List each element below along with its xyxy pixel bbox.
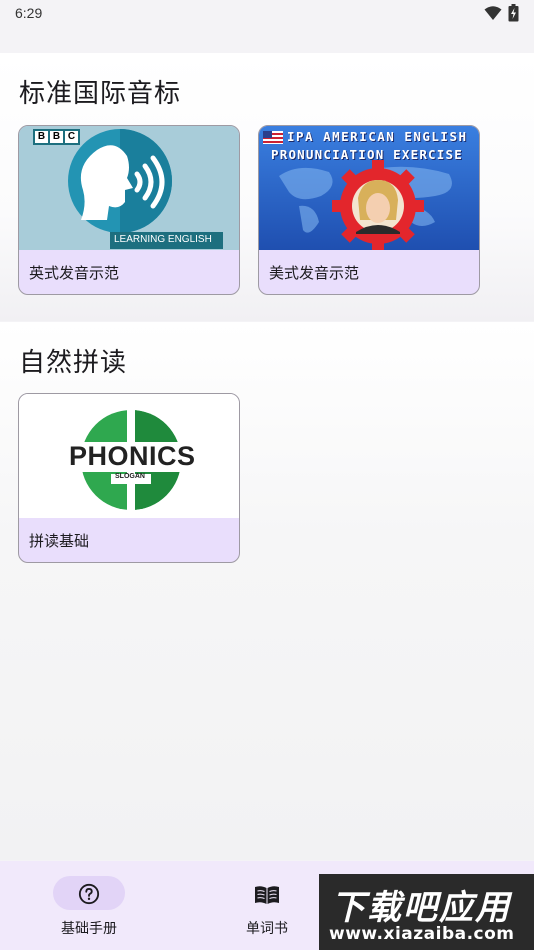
bbc-badge: B B C <box>33 129 80 145</box>
card-label: 美式发音示范 <box>269 264 360 282</box>
watermark-logo: 下载吧应用 www.xiazaiba.com <box>319 874 534 950</box>
nav-item-basic-handbook[interactable]: 基础手册 <box>39 861 139 950</box>
card-american-pronunciation[interactable]: IPA AMERICAN ENGLISH PRONUNCIATION EXERC… <box>258 125 480 295</box>
section-natural-phonics: 自然拼读 PHONICS SLOGAN 拼读基础 <box>0 322 534 860</box>
card-label: 拼读基础 <box>29 532 90 550</box>
phonics-thumbnail: PHONICS SLOGAN <box>19 394 239 518</box>
world-map-icon <box>259 126 479 250</box>
card-phonics-basics[interactable]: PHONICS SLOGAN 拼读基础 <box>18 393 240 563</box>
section-title: 标准国际音标 <box>19 79 182 109</box>
nav-item-word-book[interactable]: 单词书 <box>217 861 317 950</box>
bbc-thumbnail: B B C LEARNING ENGLISH <box>19 126 239 250</box>
help-circle-icon <box>78 883 100 905</box>
watermark-url-text: www.xiazaiba.com <box>329 924 515 944</box>
section-title: 自然拼读 <box>19 348 128 378</box>
status-bar: 6:29 <box>0 0 534 28</box>
ipa-title-line1: IPA AMERICAN ENGLISH <box>287 129 468 144</box>
battery-charging-icon <box>508 4 519 22</box>
card-british-pronunciation[interactable]: B B C LEARNING ENGLISH 英式发音示范 <box>18 125 240 295</box>
ipa-thumbnail: IPA AMERICAN ENGLISH PRONUNCIATION EXERC… <box>259 126 479 250</box>
card-label: 英式发音示范 <box>29 264 120 282</box>
book-icon <box>255 886 279 904</box>
section-standard-ipa: 标准国际音标 B B C LEARNING ENGLISH 英式发音示范 IPA… <box>0 53 534 321</box>
wifi-icon <box>484 6 502 20</box>
phonics-logo-text: PHONICS <box>69 441 196 471</box>
nav-label: 单词书 <box>246 921 288 937</box>
ipa-title-line2: PRONUNCIATION EXERCISE <box>271 147 463 162</box>
nav-label: 基础手册 <box>61 921 117 937</box>
bbc-caption: LEARNING ENGLISH <box>114 234 212 245</box>
phonics-logo-sub: SLOGAN <box>115 473 145 480</box>
watermark-main-text: 下载吧应用 <box>331 888 511 928</box>
status-time: 6:29 <box>15 5 43 21</box>
